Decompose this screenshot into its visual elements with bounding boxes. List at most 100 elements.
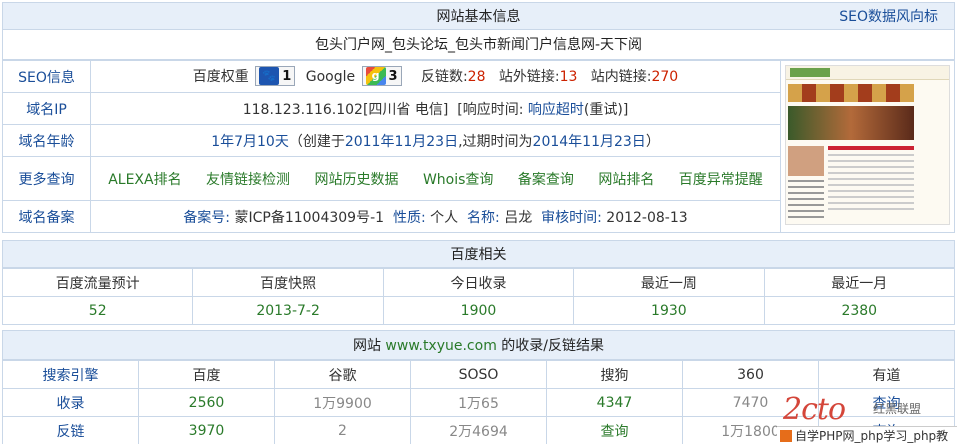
- baidu-today-value[interactable]: 1900: [382, 296, 575, 325]
- indexed-google[interactable]: 1万9900: [274, 388, 411, 417]
- response-value: 响应超时: [527, 101, 584, 118]
- icp-name: 吕龙: [504, 209, 533, 226]
- watermark-square-icon: [780, 430, 792, 442]
- backlink-label: 反链: [2, 416, 139, 444]
- site-thumbnail[interactable]: [785, 65, 950, 225]
- baidu-header-row: 百度流量预计 百度快照 今日收录 最近一周 最近一月: [1, 268, 956, 297]
- more-label: 更多查询: [2, 156, 91, 201]
- outbound-value[interactable]: 13: [560, 69, 578, 85]
- basic-info-table: SEO信息 百度权重 🐾 1 Google g3 反链数:28 站外链接:13 站…: [2, 60, 955, 233]
- backlink-sogou-query[interactable]: 查询: [546, 416, 683, 444]
- google-pr-badge[interactable]: g3: [361, 65, 402, 86]
- baidu-col-month: 最近一月: [763, 268, 956, 297]
- age-label: 域名年龄: [2, 124, 91, 157]
- expire-date: 2014年11月23日: [532, 133, 646, 150]
- ip-label: 域名IP: [2, 92, 91, 125]
- seo-values: 百度权重 🐾 1 Google g3 反链数:28 站外链接:13 站内链接:27…: [90, 60, 781, 93]
- icp-no: 蒙ICP备11004309号-1: [234, 209, 385, 226]
- watermark-tag: 红黑联盟: [873, 402, 922, 416]
- indexed-sogou[interactable]: 4347: [546, 388, 683, 417]
- seo-label: SEO信息: [2, 60, 91, 93]
- icp-type: 个人: [430, 209, 459, 226]
- baidu-traffic-value[interactable]: 52: [1, 296, 194, 325]
- results-title-prefix: 网站: [352, 338, 386, 354]
- baidu-paw-icon: 🐾: [259, 66, 280, 85]
- baidu-col-today: 今日收录: [382, 268, 575, 297]
- backlink-google[interactable]: 2: [274, 416, 411, 444]
- baidu-alert-link[interactable]: 百度异常提醒: [679, 172, 763, 188]
- watermark: 2cto 红黑联盟 自学PHP网_php学习_php教程: [777, 392, 957, 444]
- baidu-snapshot-value[interactable]: 2013-7-2: [192, 296, 384, 325]
- engine-col-sogou: 搜狗: [546, 360, 683, 389]
- indexed-soso[interactable]: 1万65: [410, 388, 547, 417]
- icp-no-label: 备案号:: [183, 209, 235, 226]
- engine-col-label: 搜索引擎: [2, 360, 139, 389]
- engine-col-soso: SOSO: [410, 360, 547, 389]
- icp-values: 备案号: 蒙ICP备11004309号-1 性质: 个人 名称: 吕龙 审核时间…: [90, 200, 781, 233]
- engine-col-google: 谷歌: [274, 360, 411, 389]
- icp-date: 2012-08-13: [606, 209, 688, 226]
- watermark-bar: 自学PHP网_php学习_php教程: [777, 426, 957, 444]
- created-prefix: （创建于: [288, 133, 345, 150]
- backlink-soso[interactable]: 2万4694: [410, 416, 547, 444]
- baidu-weight-badge[interactable]: 🐾 1: [255, 65, 296, 86]
- baidu-col-traffic: 百度流量预计: [1, 268, 194, 297]
- response-label: [响应时间:: [457, 101, 528, 118]
- engine-col-360: 360: [682, 360, 819, 389]
- engine-col-youdao: 有道: [818, 360, 955, 389]
- site-history-link[interactable]: 网站历史数据: [315, 172, 399, 188]
- ip-values: 118.123.116.102[四川省 电信] [响应时间: 响应超时(重试)]: [90, 92, 781, 125]
- backlinks-label: 反链数:: [420, 68, 468, 85]
- basic-info-panel: 网站基本信息 SEO数据风向标 包头门户网_包头论坛_包头市新闻门户信息网-天下…: [2, 2, 955, 233]
- baidu-month-value[interactable]: 2380: [763, 296, 956, 325]
- watermark-logo: 2cto: [783, 392, 846, 427]
- inbound-label: 站内链接:: [590, 68, 652, 85]
- icp-date-label: 审核时间:: [541, 209, 607, 226]
- created-date: 2011年11月23日: [344, 133, 459, 150]
- age-values: 1年7月10天（创建于2011年11月23日,过期时间为2014年11月23日）: [90, 124, 781, 157]
- inbound-value[interactable]: 270: [651, 69, 678, 85]
- results-title-suffix: 的收录/反链结果: [496, 338, 605, 354]
- alexa-rank-link[interactable]: ALEXA排名: [108, 172, 181, 188]
- expire-prefix: ,过期时间为: [458, 133, 533, 150]
- site-ranking-link[interactable]: 网站排名: [598, 172, 654, 188]
- basic-info-header: 网站基本信息 SEO数据风向标: [2, 2, 955, 30]
- site-name: 包头门户网_包头论坛_包头市新闻门户信息网-天下阅: [2, 30, 955, 60]
- basic-info-title: 网站基本信息: [436, 9, 521, 25]
- baidu-panel: 百度相关 百度流量预计 百度快照 今日收录 最近一周 最近一月 52 2013-…: [1, 240, 956, 325]
- seo-row: SEO信息 百度权重 🐾 1 Google g3 反链数:28 站外链接:13 站…: [2, 60, 955, 233]
- google-pr-value: 3: [388, 68, 398, 84]
- domain-age: 1年7月10天: [211, 133, 289, 150]
- baidu-table: 百度流量预计 百度快照 今日收录 最近一周 最近一月 52 2013-7-2 1…: [1, 268, 956, 325]
- indexed-baidu[interactable]: 2560: [138, 388, 275, 417]
- engine-col-baidu: 百度: [138, 360, 275, 389]
- site-thumbnail-cell: [780, 60, 955, 233]
- retry-link[interactable]: (重试)]: [584, 102, 628, 118]
- baidu-weight-label: 百度权重: [192, 68, 249, 85]
- watermark-bar-text: 自学PHP网_php学习_php教程: [795, 429, 949, 443]
- google-pr-icon: g: [365, 66, 386, 85]
- icp-label: 域名备案: [2, 200, 91, 233]
- seo-trend-link[interactable]: SEO数据风向标: [839, 3, 938, 31]
- icp-name-label: 名称:: [467, 209, 505, 226]
- outbound-label: 站外链接:: [498, 68, 560, 85]
- icp-query-link[interactable]: 备案查询: [518, 172, 574, 188]
- more-links: ALEXA排名 友情链接检测 网站历史数据 Whois查询 备案查询 网站排名 …: [90, 156, 781, 201]
- baidu-title: 百度相关: [450, 247, 507, 263]
- whois-link[interactable]: Whois查询: [423, 172, 493, 188]
- friend-link-check-link[interactable]: 友情链接检测: [206, 172, 290, 188]
- baidu-header: 百度相关: [2, 240, 955, 268]
- age-suffix: ）: [645, 133, 660, 150]
- results-domain-link[interactable]: www.txyue.com: [385, 338, 496, 354]
- baidu-week-value[interactable]: 1930: [573, 296, 765, 325]
- ip-value: 118.123.116.102[四川省 电信]: [242, 101, 449, 118]
- icp-type-label: 性质:: [392, 209, 431, 226]
- baidu-values-row: 52 2013-7-2 1900 1930 2380: [1, 296, 956, 325]
- baidu-col-snapshot: 百度快照: [192, 268, 384, 297]
- engines-header-row: 搜索引擎 百度 谷歌 SOSO 搜狗 360 有道: [2, 360, 955, 389]
- google-label: Google: [305, 68, 356, 85]
- indexed-label: 收录: [2, 388, 139, 417]
- backlinks-value[interactable]: 28: [468, 69, 486, 85]
- index-results-header: 网站 www.txyue.com 的收录/反链结果: [2, 330, 955, 360]
- backlink-baidu[interactable]: 3970: [138, 416, 275, 444]
